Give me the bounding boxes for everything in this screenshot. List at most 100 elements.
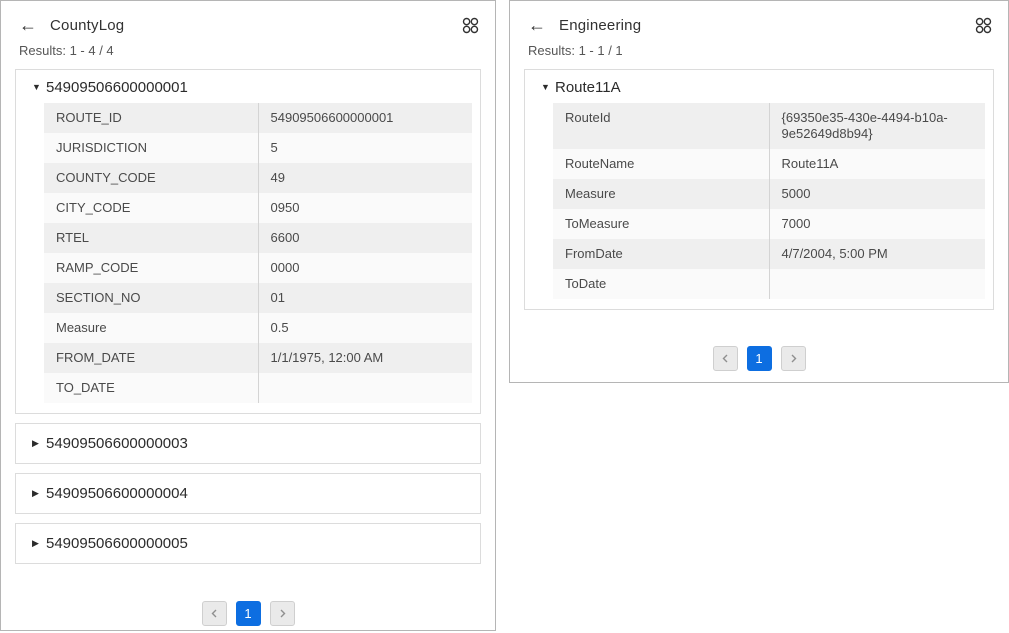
attribute-row: Measure 5000 [553, 179, 985, 209]
results-count: Results: 1 - 4 / 4 [1, 34, 495, 69]
attribute-row: COUNTY_CODE 49 [44, 163, 472, 193]
attribute-row: RAMP_CODE 0000 [44, 253, 472, 283]
attribute-value: Route11A [769, 149, 985, 179]
attribute-value: 6600 [258, 223, 472, 253]
feature-card: ▼ Route11A RouteId {69350e35-430e-4494-b… [524, 69, 994, 310]
attribute-value [769, 269, 985, 299]
caret-right-icon: ▶ [32, 539, 46, 548]
attribute-value: 49 [258, 163, 472, 193]
attribute-row: CITY_CODE 0950 [44, 193, 472, 223]
feature-title: Route11A [555, 79, 621, 96]
attribute-name: CITY_CODE [44, 193, 258, 223]
attribute-table: RouteId {69350e35-430e-4494-b10a-9e52649… [553, 103, 985, 299]
feature-card: ▶ 54909506600000005 [15, 523, 481, 564]
attribute-name: FROM_DATE [44, 343, 258, 373]
caret-right-icon: ▶ [32, 439, 46, 448]
caret-down-icon: ▼ [32, 83, 46, 92]
attribute-value: 01 [258, 283, 472, 313]
attribute-name: RTEL [44, 223, 258, 253]
four-circles-icon [462, 17, 479, 34]
feature-list: ▼ 54909506600000001 ROUTE_ID 54909506600… [1, 69, 495, 564]
attribute-name: RouteName [553, 149, 769, 179]
attribute-name: COUNTY_CODE [44, 163, 258, 193]
caret-down-icon: ▼ [541, 83, 555, 92]
prev-page-button[interactable] [202, 601, 227, 626]
attribute-name: ToMeasure [553, 209, 769, 239]
attribute-row: FromDate 4/7/2004, 5:00 PM [553, 239, 985, 269]
feature-panel-engineering: ← Engineering Results: 1 - 1 / 1 ▼ Route… [509, 0, 1009, 383]
attribute-name: Measure [44, 313, 258, 343]
prev-page-button[interactable] [713, 346, 738, 371]
feature-card: ▶ 54909506600000003 [15, 423, 481, 464]
attribute-row: Measure 0.5 [44, 313, 472, 343]
attribute-row: ToDate [553, 269, 985, 299]
feature-title: 54909506600000005 [46, 535, 188, 552]
feature-title: 54909506600000004 [46, 485, 188, 502]
attribute-value: 0950 [258, 193, 472, 223]
attribute-name: RouteId [553, 103, 769, 149]
feature-header[interactable]: ▶ 54909506600000003 [16, 424, 480, 463]
feature-list: ▼ Route11A RouteId {69350e35-430e-4494-b… [510, 69, 1008, 310]
panel-title: Engineering [559, 17, 641, 34]
feature-title: 54909506600000001 [46, 79, 188, 96]
arrow-left-icon: ← [528, 15, 546, 35]
results-grid-button[interactable] [462, 17, 479, 34]
four-circles-icon [975, 17, 992, 34]
attribute-row: FROM_DATE 1/1/1975, 12:00 AM [44, 343, 472, 373]
attribute-row: TO_DATE [44, 373, 472, 403]
pagination: 1 [1, 601, 495, 626]
attribute-value [258, 373, 472, 403]
back-button[interactable]: ← [528, 16, 546, 34]
attribute-name: ToDate [553, 269, 769, 299]
chevron-left-icon [721, 354, 730, 363]
back-button[interactable]: ← [19, 16, 37, 34]
chevron-left-icon [210, 609, 219, 618]
attribute-name: ROUTE_ID [44, 103, 258, 133]
arrow-left-icon: ← [19, 15, 37, 35]
next-page-button[interactable] [270, 601, 295, 626]
attribute-row: RTEL 6600 [44, 223, 472, 253]
attribute-row: JURISDICTION 5 [44, 133, 472, 163]
attribute-name: Measure [553, 179, 769, 209]
attribute-value: 1/1/1975, 12:00 AM [258, 343, 472, 373]
panel-title: CountyLog [50, 17, 124, 34]
attribute-value: 54909506600000001 [258, 103, 472, 133]
attribute-value: 4/7/2004, 5:00 PM [769, 239, 985, 269]
attribute-table: ROUTE_ID 54909506600000001 JURISDICTION … [44, 103, 472, 403]
attribute-value: 7000 [769, 209, 985, 239]
panel-header: ← CountyLog [1, 1, 495, 34]
attribute-row: ToMeasure 7000 [553, 209, 985, 239]
results-grid-button[interactable] [975, 17, 992, 34]
attribute-value: 5 [258, 133, 472, 163]
attribute-value: {69350e35-430e-4494-b10a-9e52649d8b94} [769, 103, 985, 149]
feature-panel-countylog: ← CountyLog Results: 1 - 4 / 4 ▼ 5490950… [0, 0, 496, 631]
panel-header: ← Engineering [510, 1, 1008, 34]
results-count: Results: 1 - 1 / 1 [510, 34, 1008, 69]
attribute-name: RAMP_CODE [44, 253, 258, 283]
caret-right-icon: ▶ [32, 489, 46, 498]
attribute-name: JURISDICTION [44, 133, 258, 163]
page-1-button[interactable]: 1 [236, 601, 261, 626]
next-page-button[interactable] [781, 346, 806, 371]
attribute-value: 0.5 [258, 313, 472, 343]
feature-title: 54909506600000003 [46, 435, 188, 452]
attribute-name: TO_DATE [44, 373, 258, 403]
attribute-row: RouteName Route11A [553, 149, 985, 179]
attribute-value: 0000 [258, 253, 472, 283]
attribute-name: SECTION_NO [44, 283, 258, 313]
attribute-row: RouteId {69350e35-430e-4494-b10a-9e52649… [553, 103, 985, 149]
page-1-button[interactable]: 1 [747, 346, 772, 371]
pagination: 1 [510, 346, 1008, 371]
feature-header[interactable]: ▼ Route11A [525, 70, 993, 103]
attribute-row: SECTION_NO 01 [44, 283, 472, 313]
attribute-name: FromDate [553, 239, 769, 269]
attribute-row: ROUTE_ID 54909506600000001 [44, 103, 472, 133]
feature-card: ▼ 54909506600000001 ROUTE_ID 54909506600… [15, 69, 481, 414]
feature-header[interactable]: ▼ 54909506600000001 [16, 70, 480, 103]
feature-card: ▶ 54909506600000004 [15, 473, 481, 514]
feature-header[interactable]: ▶ 54909506600000005 [16, 524, 480, 563]
feature-header[interactable]: ▶ 54909506600000004 [16, 474, 480, 513]
chevron-right-icon [789, 354, 798, 363]
attribute-value: 5000 [769, 179, 985, 209]
chevron-right-icon [278, 609, 287, 618]
